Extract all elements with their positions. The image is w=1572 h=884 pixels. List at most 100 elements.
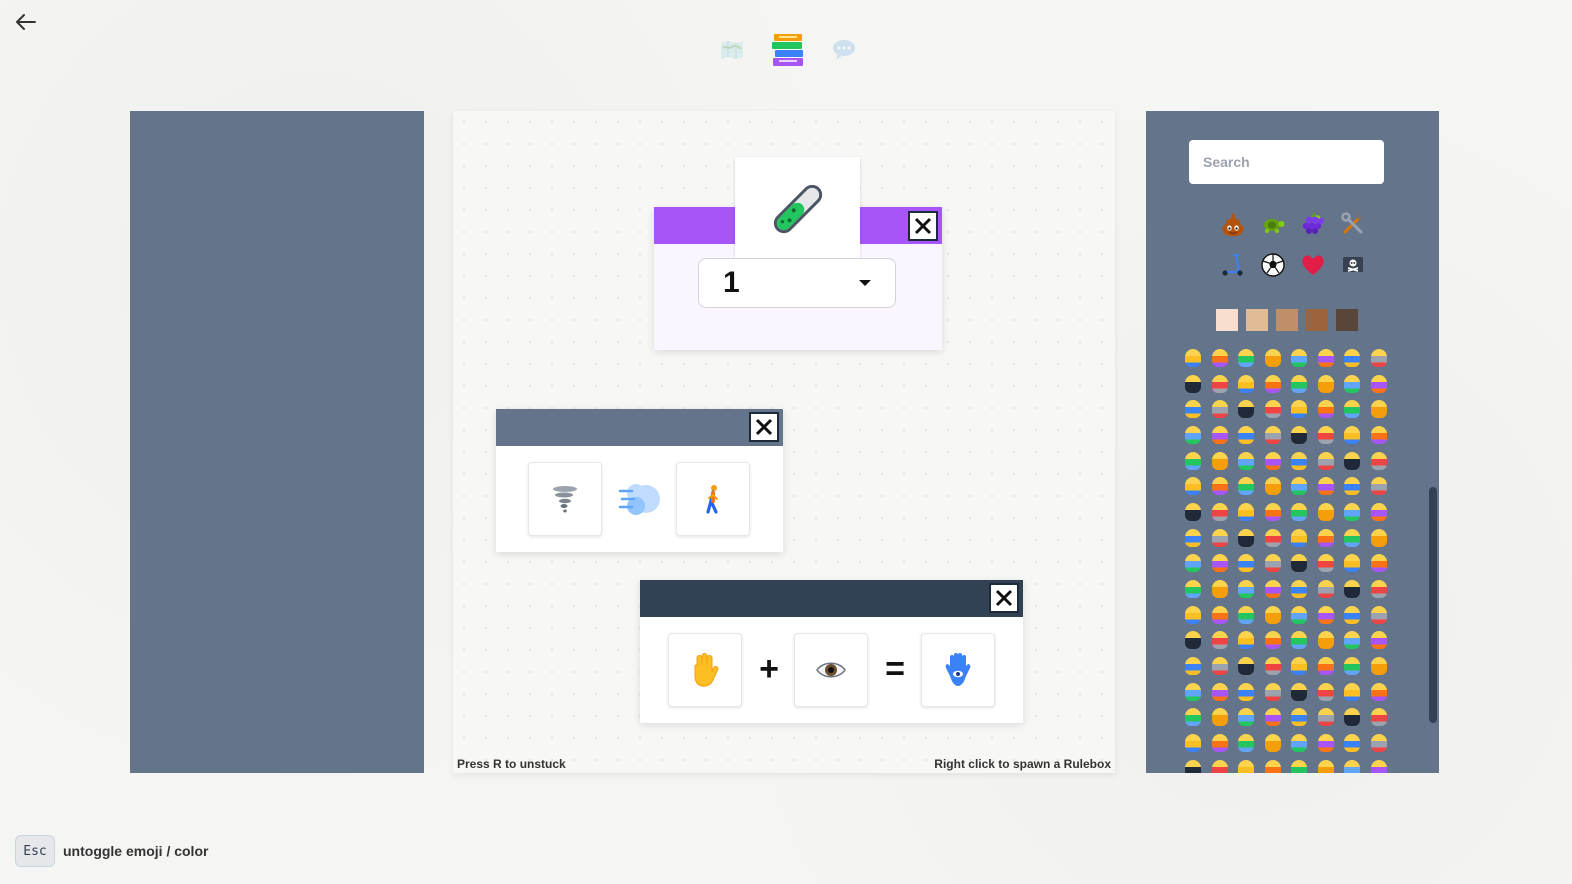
emoji-option[interactable] [1313,396,1340,422]
emoji-option[interactable] [1339,473,1366,499]
emoji-option[interactable] [1207,499,1234,525]
emoji-option[interactable] [1207,705,1234,731]
emoji-option[interactable] [1260,345,1287,371]
emoji-option[interactable] [1339,705,1366,731]
skin-tone-swatch[interactable] [1216,309,1238,331]
emoji-option[interactable] [1260,473,1287,499]
emoji-option[interactable] [1313,371,1340,397]
pile-of-poo-icon[interactable] [1220,211,1246,237]
potion-slot[interactable] [735,157,860,260]
close-button[interactable] [749,412,779,442]
emoji-option[interactable] [1207,448,1234,474]
emoji-option[interactable] [1207,730,1234,756]
emoji-option[interactable] [1207,576,1234,602]
emoji-option[interactable] [1233,602,1260,628]
emoji-option[interactable] [1286,448,1313,474]
emoji-option[interactable] [1286,576,1313,602]
emoji-option[interactable] [1207,628,1234,654]
emoji-option[interactable] [1286,551,1313,577]
emoji-option[interactable] [1233,345,1260,371]
soccer-ball-icon[interactable] [1260,252,1286,278]
emoji-option[interactable] [1233,473,1260,499]
emoji-option[interactable] [1233,422,1260,448]
skin-tone-swatch[interactable] [1246,309,1268,331]
emoji-option[interactable] [1180,345,1207,371]
emoji-option[interactable] [1286,525,1313,551]
emoji-option[interactable] [1233,551,1260,577]
rulebox-combine[interactable]: + = [640,580,1023,723]
emoji-option[interactable] [1260,499,1287,525]
emoji-option[interactable] [1339,576,1366,602]
emoji-option[interactable] [1233,628,1260,654]
emoji-option[interactable] [1366,422,1393,448]
emoji-option[interactable] [1286,473,1313,499]
emoji-option[interactable] [1260,628,1287,654]
rule-slot[interactable] [528,462,602,536]
grapes-icon[interactable] [1300,211,1326,237]
rulebox-header[interactable] [496,409,783,446]
emoji-option[interactable] [1339,345,1366,371]
emoji-option[interactable] [1180,473,1207,499]
emoji-option[interactable] [1233,525,1260,551]
emoji-option[interactable] [1339,679,1366,705]
speech-bubble-icon[interactable] [826,30,862,70]
emoji-option[interactable] [1339,756,1366,773]
emoji-option[interactable] [1313,679,1340,705]
emoji-option[interactable] [1339,499,1366,525]
emoji-option[interactable] [1233,679,1260,705]
emoji-option[interactable] [1286,756,1313,773]
heart-icon[interactable] [1300,252,1326,278]
emoji-option[interactable] [1366,499,1393,525]
emoji-option[interactable] [1260,371,1287,397]
emoji-option[interactable] [1313,602,1340,628]
emoji-option[interactable] [1207,551,1234,577]
emoji-option[interactable] [1180,756,1207,773]
emoji-option[interactable] [1313,345,1340,371]
emoji-option[interactable] [1180,422,1207,448]
emoji-option[interactable] [1366,473,1393,499]
emoji-option[interactable] [1366,345,1393,371]
emoji-option[interactable] [1180,730,1207,756]
emoji-option[interactable] [1260,576,1287,602]
rule-slot[interactable] [603,462,677,536]
emoji-option[interactable] [1313,525,1340,551]
emoji-option[interactable] [1180,679,1207,705]
emoji-option[interactable] [1286,371,1313,397]
emoji-option[interactable] [1180,551,1207,577]
emoji-option[interactable] [1233,756,1260,773]
emoji-option[interactable] [1313,576,1340,602]
emoji-option[interactable] [1207,422,1234,448]
emoji-option[interactable] [1366,551,1393,577]
emoji-option[interactable] [1339,730,1366,756]
emoji-option[interactable] [1286,628,1313,654]
emoji-option[interactable] [1233,730,1260,756]
emoji-option[interactable] [1366,602,1393,628]
emoji-option[interactable] [1286,499,1313,525]
emoji-option[interactable] [1366,679,1393,705]
emoji-option[interactable] [1260,602,1287,628]
emoji-option[interactable] [1313,653,1340,679]
emoji-option[interactable] [1207,653,1234,679]
emoji-option[interactable] [1260,756,1287,773]
emoji-option[interactable] [1313,705,1340,731]
emoji-option[interactable] [1313,756,1340,773]
palette-scrollbar[interactable] [1429,487,1437,723]
emoji-option[interactable] [1260,705,1287,731]
emoji-option[interactable] [1233,653,1260,679]
emoji-option[interactable] [1339,653,1366,679]
emoji-option[interactable] [1286,730,1313,756]
emoji-option[interactable] [1233,499,1260,525]
emoji-option[interactable] [1313,422,1340,448]
emoji-option[interactable] [1313,730,1340,756]
emoji-option[interactable] [1339,602,1366,628]
emoji-option[interactable] [1313,551,1340,577]
emoji-option[interactable] [1260,422,1287,448]
emoji-option[interactable] [1207,473,1234,499]
emoji-option[interactable] [1339,422,1366,448]
books-icon[interactable] [770,30,806,70]
map-icon[interactable] [714,30,750,70]
emoji-option[interactable] [1339,371,1366,397]
emoji-option[interactable] [1366,576,1393,602]
emoji-option[interactable] [1366,628,1393,654]
emoji-option[interactable] [1366,525,1393,551]
